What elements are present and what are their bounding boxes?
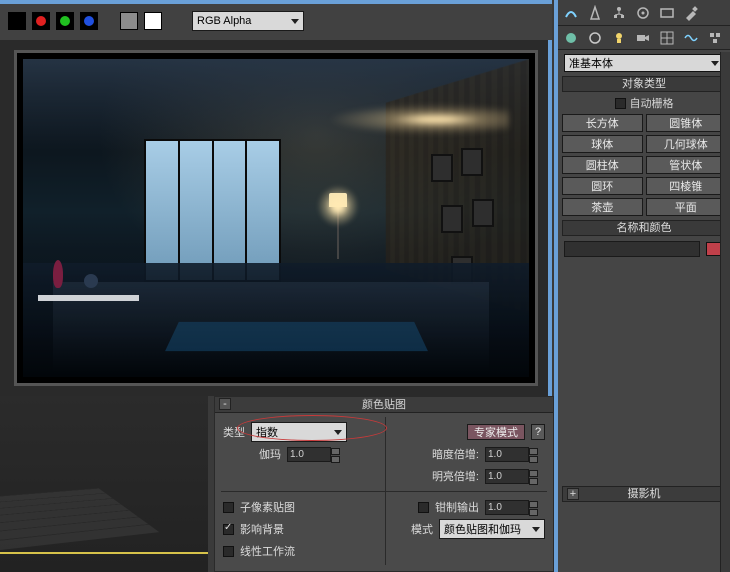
mode-value: 颜色贴图和伽玛 — [444, 521, 521, 537]
clamp-checkbox[interactable] — [418, 502, 429, 513]
channel-dropdown[interactable]: RGB Alpha — [192, 11, 304, 31]
type-label: 类型 — [223, 424, 245, 440]
clamp-value: 1.0 — [488, 502, 502, 513]
primitive-button[interactable]: 几何球体 — [646, 135, 727, 153]
primitive-button[interactable]: 圆环 — [562, 177, 643, 195]
utilities-tab-icon[interactable] — [682, 4, 700, 22]
primitive-button[interactable]: 长方体 — [562, 114, 643, 132]
display-tab-icon[interactable] — [658, 4, 676, 22]
primitive-button[interactable]: 圆锥体 — [646, 114, 727, 132]
type-dropdown[interactable]: 指数 — [251, 422, 347, 442]
category-value: 准基本体 — [569, 55, 613, 71]
primitive-button[interactable]: 四棱锥 — [646, 177, 727, 195]
channel-swatch-green[interactable] — [56, 12, 74, 30]
gamma-label: 伽玛 — [259, 446, 281, 462]
gamma-spinner[interactable]: 1.0 — [287, 447, 331, 462]
affect-bg-label: 影响背景 — [240, 521, 284, 537]
systems-icon[interactable] — [706, 29, 724, 47]
rollout-collapse-button[interactable]: - — [219, 398, 231, 410]
chevron-down-icon — [291, 19, 299, 24]
perspective-viewport[interactable] — [0, 396, 208, 572]
primitive-button[interactable]: 茶壶 — [562, 198, 643, 216]
chevron-down-icon — [334, 430, 342, 435]
section-camera[interactable]: + 摄影机 — [562, 486, 726, 502]
linear-wf-checkbox[interactable] — [223, 546, 234, 557]
affect-bg-checkbox[interactable] — [223, 524, 234, 535]
object-name-field[interactable] — [564, 241, 700, 257]
modify-tab-icon[interactable] — [586, 4, 604, 22]
gamma-value: 1.0 — [290, 449, 304, 460]
type-value: 指数 — [256, 424, 278, 440]
subpixel-label: 子像素贴图 — [240, 499, 295, 515]
render-image[interactable] — [14, 50, 538, 386]
shapes-icon[interactable] — [586, 29, 604, 47]
section-expand-icon[interactable]: + — [567, 488, 579, 500]
render-window-toolbar: RGB Alpha — [0, 0, 552, 40]
panel-scrollbar[interactable] — [720, 52, 730, 572]
bright-mult-spinner[interactable]: 1.0 — [485, 469, 529, 484]
bright-mult-value: 1.0 — [488, 471, 502, 482]
channel-dropdown-label: RGB Alpha — [197, 15, 251, 27]
channel-swatch-alpha[interactable] — [120, 12, 138, 30]
chevron-down-icon — [532, 527, 540, 532]
autogrid-label: 自动栅格 — [630, 95, 674, 111]
autogrid-checkbox[interactable] — [615, 98, 626, 109]
render-frame — [0, 40, 552, 396]
channel-swatch-rgb[interactable] — [144, 12, 162, 30]
section-object-type[interactable]: 对象类型 — [562, 76, 726, 92]
category-dropdown[interactable]: 准基本体 — [564, 54, 724, 72]
create-tab-icon[interactable] — [562, 4, 580, 22]
command-panel: 准基本体 对象类型 自动栅格 长方体圆锥体球体几何球体圆柱体管状体圆环四棱锥茶壶… — [554, 0, 730, 572]
channel-swatch-blue[interactable] — [80, 12, 98, 30]
dark-mult-value: 1.0 — [488, 449, 502, 460]
geometry-icon[interactable] — [562, 29, 580, 47]
section-name-color[interactable]: 名称和颜色 — [562, 220, 726, 236]
motion-tab-icon[interactable] — [634, 4, 652, 22]
help-button[interactable]: ? — [531, 424, 545, 440]
bright-mult-label: 明亮倍增: — [432, 468, 479, 484]
helpers-icon[interactable] — [658, 29, 676, 47]
cameras-icon[interactable] — [634, 29, 652, 47]
channel-swatch-mono[interactable] — [8, 12, 26, 30]
lights-icon[interactable] — [610, 29, 628, 47]
dark-mult-label: 暗度倍增: — [432, 446, 479, 462]
clamp-spinner[interactable]: 1.0 — [485, 500, 529, 515]
spacewarps-icon[interactable] — [682, 29, 700, 47]
mode-dropdown[interactable]: 颜色贴图和伽玛 — [439, 519, 545, 539]
primitive-button[interactable]: 管状体 — [646, 156, 727, 174]
dark-mult-spinner[interactable]: 1.0 — [485, 447, 529, 462]
chevron-down-icon — [711, 61, 719, 66]
expert-mode-button[interactable]: 专家模式 — [467, 424, 525, 440]
primitive-button[interactable]: 平面 — [646, 198, 727, 216]
channel-swatch-red[interactable] — [32, 12, 50, 30]
rollout-title: 颜色贴图 — [362, 399, 406, 411]
subpixel-checkbox[interactable] — [223, 502, 234, 513]
clamp-label: 钳制输出 — [435, 499, 479, 515]
hierarchy-tab-icon[interactable] — [610, 4, 628, 22]
rollout-titlebar[interactable]: - 颜色贴图 — [215, 397, 553, 413]
linear-wf-label: 线性工作流 — [240, 543, 295, 559]
floor-tiles — [0, 488, 159, 550]
command-panel-tabs — [558, 0, 730, 26]
mode-label: 模式 — [411, 521, 433, 537]
primitive-button[interactable]: 球体 — [562, 135, 643, 153]
create-subcategory-icons — [558, 26, 730, 50]
section-camera-label: 摄影机 — [628, 488, 661, 500]
primitive-button[interactable]: 圆柱体 — [562, 156, 643, 174]
color-mapping-rollout: - 颜色贴图 类型 指数 专家模式 ? 伽玛 1.0 暗度倍增: 1.0 明亮倍… — [214, 396, 554, 572]
rendered-scene — [23, 59, 529, 377]
